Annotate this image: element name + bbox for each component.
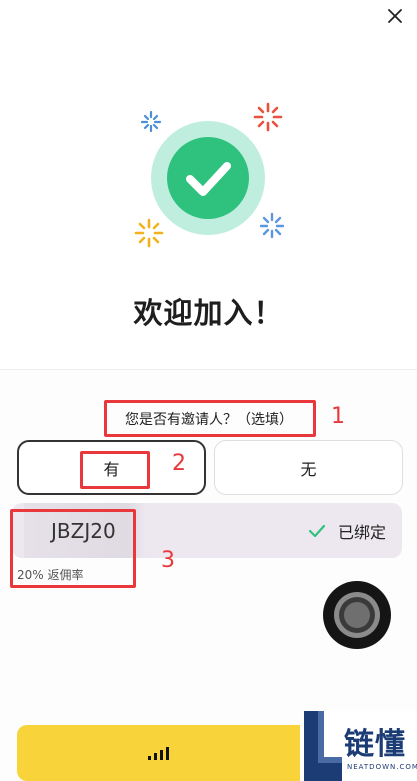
sparkle-icon xyxy=(140,110,162,133)
bound-status: 已绑定 xyxy=(308,503,386,558)
sparkle-icon xyxy=(134,218,164,248)
invite-question: 您是否有邀请人？（选填） xyxy=(125,411,293,428)
welcome-hero: 欢迎加入！ xyxy=(0,0,417,370)
watermark-domain: NEATDOWN.COM xyxy=(347,763,417,771)
invite-code-value: JBZJ20 xyxy=(24,503,146,558)
annotation-number-3: 3 xyxy=(161,548,175,573)
bound-status-label: 已绑定 xyxy=(337,522,386,542)
invite-code-field[interactable]: JBZJ20 已绑定 xyxy=(12,503,402,558)
annotation-number-1: 1 xyxy=(331,404,345,429)
close-button[interactable] xyxy=(380,2,410,30)
check-icon xyxy=(308,524,326,537)
watermark-logo xyxy=(304,711,342,781)
annotation-number-2: 2 xyxy=(172,451,186,476)
sparkle-icon xyxy=(259,212,285,239)
submit-button[interactable] xyxy=(17,725,300,781)
site-watermark: 链懂 NEATDOWN.COM xyxy=(300,711,417,781)
sparkle-icon xyxy=(253,102,283,132)
commission-rate: 20% 返佣率 xyxy=(17,568,84,582)
close-icon xyxy=(388,9,402,23)
option-yes-label: 有 xyxy=(103,459,120,479)
option-no-label: 无 xyxy=(300,459,317,479)
loading-bars-icon xyxy=(147,747,169,760)
check-circle-icon xyxy=(167,137,249,219)
option-no-button[interactable]: 无 xyxy=(214,440,403,495)
watermark-brand: 链懂 xyxy=(344,727,406,762)
welcome-title: 欢迎加入！ xyxy=(133,296,284,330)
floating-assistant-button[interactable] xyxy=(323,581,391,649)
